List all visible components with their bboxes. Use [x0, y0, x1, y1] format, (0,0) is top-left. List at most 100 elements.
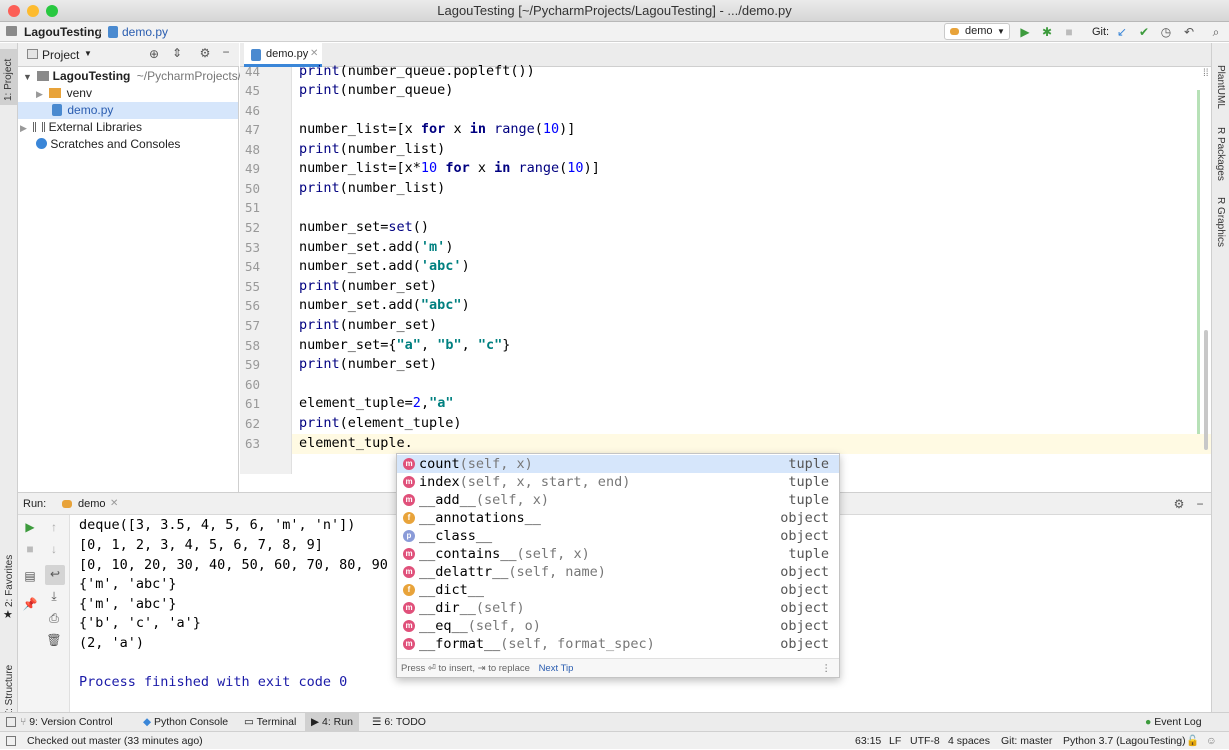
- breadcrumb-separator-icon: ›: [98, 25, 102, 39]
- plantuml-tool-tab[interactable]: PlantUML: [1215, 65, 1226, 109]
- r-packages-tool-tab[interactable]: R Packages: [1215, 127, 1226, 181]
- stop-icon[interactable]: ■: [22, 542, 38, 556]
- completion-item-signature: __contains__(self, x): [419, 545, 590, 563]
- stop-icon[interactable]: ■: [1061, 22, 1077, 42]
- code-line: print(number_set): [299, 278, 438, 294]
- scroll-down-icon[interactable]: ↓: [46, 542, 62, 556]
- git-update-icon[interactable]: ↙: [1114, 22, 1130, 42]
- layout-icon[interactable]: [6, 717, 16, 727]
- print-icon[interactable]: ⎙: [46, 611, 62, 626]
- completion-item-format[interactable]: m __format__(self, format_spec) object: [397, 635, 839, 653]
- gear-icon[interactable]: ⚙: [1171, 493, 1187, 515]
- completion-item-contains[interactable]: m __contains__(self, x) tuple: [397, 545, 839, 563]
- completion-item-name: __add__: [419, 492, 476, 508]
- run-icon[interactable]: ▶: [1017, 22, 1033, 42]
- python-interpreter[interactable]: Python 3.7 (LagouTesting): [1063, 732, 1186, 750]
- expand-arrow-icon: ▼: [23, 72, 32, 82]
- gear-icon[interactable]: ⚙: [197, 46, 213, 60]
- breadcrumb-project[interactable]: LagouTesting: [24, 22, 102, 42]
- debug-icon[interactable]: ✱: [1039, 22, 1055, 42]
- restore-layout-icon[interactable]: ▤: [22, 569, 38, 583]
- console-line: {'m', 'abc'}: [79, 576, 177, 592]
- completion-item-class[interactable]: p __class__ object: [397, 527, 839, 545]
- completion-item-type: tuple: [788, 492, 829, 508]
- editor-scrollbar[interactable]: [1204, 330, 1208, 450]
- line-separator[interactable]: LF: [889, 732, 901, 750]
- change-marker-bar: [1197, 90, 1200, 434]
- completion-item-signature: __delattr__(self, name): [419, 563, 606, 581]
- code-completion-popup[interactable]: m count(self, x) tuple m index(self, x, star…: [396, 453, 840, 678]
- scroll-up-icon[interactable]: ↑: [46, 520, 62, 534]
- line-number: 49: [244, 161, 260, 176]
- caret-position[interactable]: 63:15: [855, 732, 881, 750]
- tab-todo[interactable]: ☰ 6: TODO: [372, 713, 426, 732]
- tab-terminal[interactable]: ▭ Terminal: [244, 713, 296, 732]
- hide-panel-icon[interactable]: −: [1192, 493, 1208, 515]
- tab-run[interactable]: ▶ 4: Run: [305, 713, 359, 732]
- r-graphics-tool-tab[interactable]: R Graphics: [1215, 197, 1226, 247]
- tree-item-demo-py[interactable]: demo.py: [18, 102, 238, 119]
- tree-item-venv[interactable]: ▶ venv: [36, 85, 92, 103]
- code-line: element_tuple.: [299, 435, 413, 451]
- completion-item-annotations[interactable]: f __annotations__ object: [397, 509, 839, 527]
- completion-item-dict[interactable]: f __dict__ object: [397, 581, 839, 599]
- completion-item-count[interactable]: m count(self, x) tuple: [397, 455, 839, 473]
- lock-icon[interactable]: 🔓: [1186, 732, 1199, 750]
- left-tool-strip: 1: Project 2: Favorites ★ Z: Structure: [0, 43, 18, 717]
- tree-item-project-root[interactable]: ▼ LagouTesting ~/PycharmProjects/L: [23, 68, 248, 86]
- python-config-icon: [950, 28, 959, 35]
- minimize-window-icon[interactable]: [27, 5, 39, 17]
- structure-tool-tab[interactable]: Z: Structure: [4, 665, 15, 717]
- completion-item-add[interactable]: m __add__(self, x) tuple: [397, 491, 839, 509]
- completion-item-eq[interactable]: m __eq__(self, o) object: [397, 617, 839, 635]
- code-line: number_set.add("abc"): [299, 297, 470, 313]
- run-tab-label[interactable]: demo: [78, 493, 106, 515]
- completion-hint: Press ⏎ to insert, ⇥ to replace: [401, 663, 530, 674]
- field-icon: f: [403, 512, 415, 524]
- completion-item-type: tuple: [788, 546, 829, 562]
- hide-panel-icon[interactable]: −: [218, 45, 234, 59]
- inspector-icon[interactable]: ☺: [1206, 732, 1217, 750]
- next-tip-link[interactable]: Next Tip: [539, 663, 574, 674]
- completion-item-index[interactable]: m index(self, x, start, end) tuple: [397, 473, 839, 491]
- status-toggle-icon[interactable]: [6, 736, 16, 746]
- list-icon: ☰: [372, 716, 385, 728]
- completion-item-delattr[interactable]: m __delattr__(self, name) object: [397, 563, 839, 581]
- tree-item-scratches[interactable]: Scratches and Consoles: [36, 136, 180, 153]
- tab-version-control[interactable]: ⑂ 9: Version Control: [20, 713, 113, 732]
- file-encoding[interactable]: UTF-8: [910, 732, 940, 750]
- locate-icon[interactable]: ⊕: [146, 47, 162, 61]
- tab-python-console[interactable]: ◆ Python Console: [143, 713, 228, 732]
- run-config-select[interactable]: demo ▼: [944, 23, 1010, 40]
- tree-item-external-libraries[interactable]: ▶ External Libraries: [20, 119, 142, 137]
- code-line: number_list=[x*10 for x in range(10)]: [299, 160, 600, 176]
- editor-inspection-icon: ⁞⁞: [1203, 68, 1209, 79]
- collapse-icon[interactable]: ⇕: [169, 46, 185, 60]
- scroll-to-end-icon[interactable]: ⤓: [46, 589, 62, 604]
- completion-item-dir[interactable]: m __dir__(self) object: [397, 599, 839, 617]
- tab-event-log[interactable]: ● Event Log: [1145, 713, 1202, 732]
- maximize-window-icon[interactable]: [46, 5, 58, 17]
- line-number: 48: [244, 142, 260, 157]
- project-tool-tab[interactable]: 1: Project: [0, 49, 17, 105]
- search-icon[interactable]: ⌕: [1208, 22, 1224, 42]
- rerun-icon[interactable]: ▶: [22, 520, 38, 534]
- close-window-icon[interactable]: [8, 5, 20, 17]
- trash-icon[interactable]: 🗑: [46, 633, 62, 647]
- favorites-tool-tab[interactable]: 2: Favorites: [4, 555, 15, 607]
- more-options-icon[interactable]: ⋮: [822, 659, 832, 677]
- git-branch[interactable]: Git: master: [1001, 732, 1052, 750]
- project-panel-title[interactable]: Project: [42, 48, 79, 62]
- indent-setting[interactable]: 4 spaces: [948, 732, 990, 750]
- completion-item-signature: __eq__(self, o): [419, 617, 541, 635]
- pin-icon[interactable]: 📌: [22, 597, 38, 611]
- git-commit-icon[interactable]: ✔: [1136, 22, 1152, 42]
- chevron-down-icon[interactable]: ▼: [84, 49, 92, 58]
- close-icon[interactable]: ✕: [310, 48, 318, 59]
- breadcrumb-file[interactable]: demo.py: [122, 22, 168, 42]
- python-file-icon: [251, 49, 261, 61]
- git-rollback-icon[interactable]: ↶: [1181, 22, 1197, 42]
- folder-icon: [6, 26, 17, 36]
- git-history-icon[interactable]: ◷: [1158, 22, 1174, 42]
- close-icon[interactable]: ✕: [110, 493, 118, 515]
